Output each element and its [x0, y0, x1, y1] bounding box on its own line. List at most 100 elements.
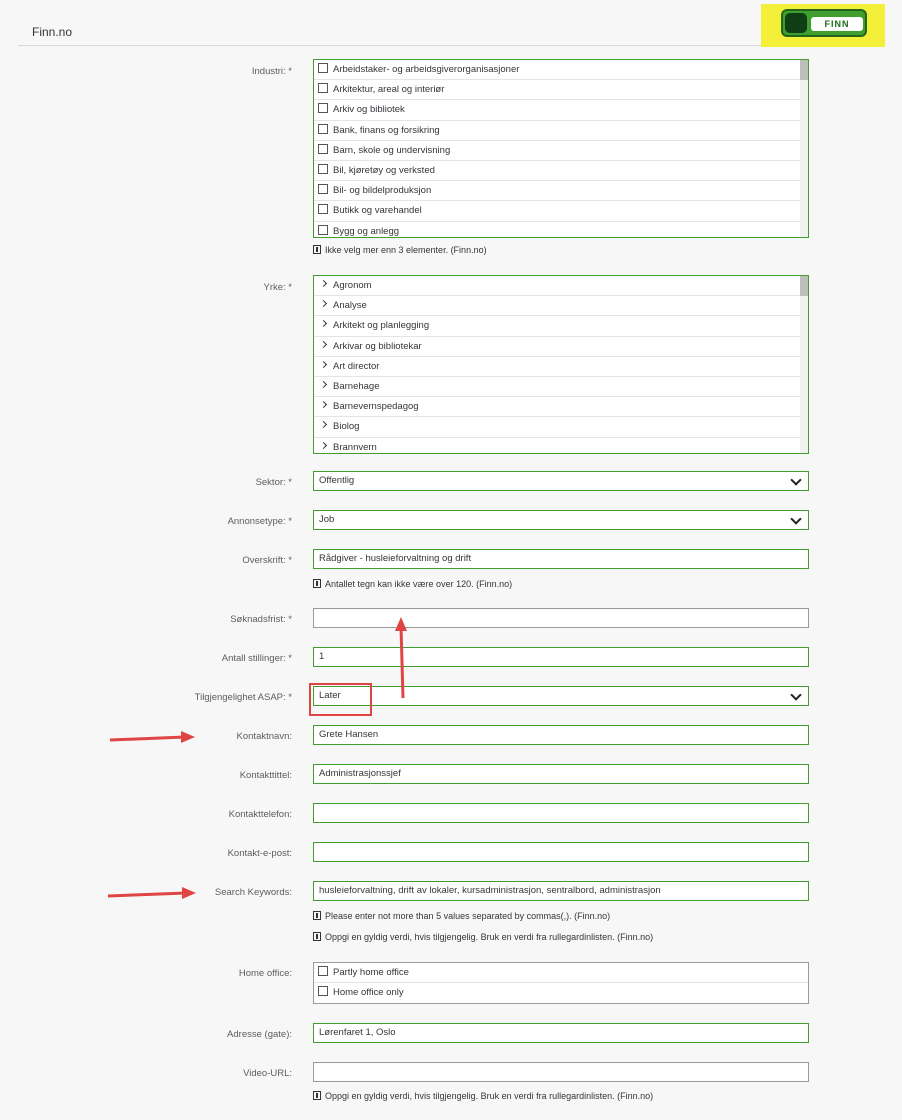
- yrke-item[interactable]: Arkitekt og planlegging: [314, 316, 800, 337]
- soknadsfrist-label: Søknadsfrist: *: [230, 614, 292, 625]
- yrke-item-label: Arkitekt og planlegging: [333, 320, 430, 332]
- industri-item-label: Arbeidstaker- og arbeidsgiverorganisasjo…: [333, 64, 520, 75]
- industri-item[interactable]: Bank, finans og forsikring: [314, 121, 800, 141]
- kontakttittel-input[interactable]: Administrasjonssjef: [313, 764, 809, 784]
- keywords-label: Search Keywords:: [214, 887, 292, 898]
- info-icon: [313, 245, 321, 254]
- yrke-item[interactable]: Brannvern: [314, 438, 800, 454]
- industri-item[interactable]: Bygg og anlegg: [314, 222, 800, 238]
- industri-item[interactable]: Arbeidstaker- og arbeidsgiverorganisasjo…: [314, 60, 800, 81]
- keywords-hint-2-text: Oppgi en gyldig verdi, hvis tilgjengelig…: [325, 932, 654, 942]
- checkbox[interactable]: [318, 143, 328, 154]
- industri-scrollbar[interactable]: [800, 60, 808, 237]
- keywords-input[interactable]: husleieforvaltning, drift av lokaler, ku…: [313, 881, 809, 901]
- keywords-hint-1-text: Please enter not more than 5 values sepa…: [325, 911, 611, 921]
- checkbox[interactable]: [318, 184, 328, 195]
- kontakttelefon-label: Kontakttelefon:: [228, 809, 292, 820]
- yrke-item[interactable]: Agronom: [314, 276, 800, 297]
- tilgjengelighet-label: Tilgjengelighet ASAP: *: [194, 692, 292, 703]
- keywords-hint-2: Oppgi en gyldig verdi, hvis tilgjengelig…: [313, 932, 653, 942]
- video-input[interactable]: [313, 1062, 809, 1082]
- chevron-right-icon[interactable]: [319, 360, 328, 368]
- chevron-right-icon[interactable]: [319, 421, 328, 429]
- kontakttelefon-input[interactable]: [313, 803, 809, 823]
- antall-input[interactable]: 1: [313, 647, 809, 667]
- sektor-label: Sektor: *: [255, 477, 292, 488]
- sektor-select[interactable]: Offentlig: [313, 471, 809, 491]
- info-icon: [313, 1091, 321, 1100]
- chevron-right-icon[interactable]: [319, 380, 328, 388]
- soknadsfrist-input[interactable]: [313, 608, 809, 628]
- video-label: Video-URL:: [243, 1068, 292, 1079]
- checkbox[interactable]: [318, 83, 328, 94]
- annonsetype-label: Annonsetype: *: [227, 516, 292, 527]
- chevron-right-icon[interactable]: [319, 401, 328, 409]
- yrke-scrollbar[interactable]: [800, 276, 808, 453]
- industri-item[interactable]: Bil- og bildelproduksjon: [314, 181, 800, 202]
- kontakttittel-label: Kontakttittel:: [239, 770, 292, 781]
- industri-item[interactable]: Barn, skole og undervisning: [314, 141, 800, 161]
- kontaktepost-input[interactable]: [313, 842, 809, 862]
- yrke-item-label: Biolog: [333, 421, 360, 433]
- adresse-input[interactable]: Lørenfaret 1, Oslo: [313, 1023, 809, 1043]
- chevron-right-icon[interactable]: [319, 340, 328, 348]
- yrke-list[interactable]: Agronom Analyse Arkitekt og planlegging Ark…: [313, 275, 809, 454]
- yrke-item-label: Arkivar og bibliotekar: [333, 340, 422, 352]
- homeoffice-item-label: Partly home office: [333, 967, 409, 978]
- annonsetype-select[interactable]: Job: [313, 510, 809, 530]
- industri-item-label: Arkitektur, areal og interiør: [333, 84, 445, 96]
- chevron-right-icon[interactable]: [319, 300, 328, 308]
- industri-item-label: Bank, finans og forsikring: [333, 124, 440, 136]
- info-icon: [313, 579, 321, 588]
- video-hint: Oppgi en gyldig verdi, hvis tilgjengelig…: [313, 1091, 653, 1101]
- homeoffice-item[interactable]: Partly home office: [314, 963, 808, 984]
- checkbox[interactable]: [318, 966, 328, 976]
- chevron-right-icon[interactable]: [319, 279, 328, 288]
- homeoffice-item[interactable]: Home office only: [314, 983, 808, 1003]
- checkbox[interactable]: [318, 103, 328, 114]
- chevron-right-icon[interactable]: [319, 441, 328, 449]
- yrke-item[interactable]: Barnehage: [314, 377, 800, 398]
- industri-item[interactable]: Bil, kjøretøy og verksted: [314, 161, 800, 182]
- page-title: Finn.no: [32, 25, 73, 39]
- industri-item[interactable]: Butikk og varehandel: [314, 201, 800, 222]
- homeoffice-label: Home office:: [238, 968, 292, 979]
- yrke-item-label: Art director: [333, 360, 380, 372]
- checkbox[interactable]: [318, 204, 328, 215]
- industri-hint-text: Ikke velg mer enn 3 elementer. (Finn.no): [325, 245, 487, 255]
- yrke-item[interactable]: Analyse: [314, 296, 800, 317]
- overskrift-input[interactable]: Rådgiver - husleieforvaltning og drift: [313, 549, 809, 569]
- checkbox[interactable]: [318, 986, 328, 997]
- yrke-scroll-thumb[interactable]: [800, 276, 808, 296]
- kontaktepost-label: Kontakt-e-post:: [227, 848, 292, 859]
- antall-label: Antall stillinger: *: [221, 653, 292, 664]
- industri-item-label: Butikk og varehandel: [333, 205, 422, 217]
- industri-item-label: Barn, skole og undervisning: [333, 144, 451, 156]
- yrke-label: Yrke: *: [263, 282, 292, 293]
- page-header: Finn.no: [18, 14, 884, 46]
- industri-item-label: Bygg og anlegg: [333, 225, 400, 237]
- homeoffice-list[interactable]: Partly home office Home office only: [313, 962, 809, 1004]
- industri-label: Industri: *: [251, 66, 292, 77]
- industri-item[interactable]: Arkiv og bibliotek: [314, 100, 800, 121]
- industri-item[interactable]: Arkitektur, areal og interiør: [314, 80, 800, 101]
- yrke-item[interactable]: Barnevernspedagog: [314, 397, 800, 418]
- checkbox[interactable]: [318, 63, 328, 73]
- yrke-item[interactable]: Arkivar og bibliotekar: [314, 337, 800, 357]
- overskrift-label: Overskrift: *: [242, 555, 292, 566]
- kontaktnavn-label: Kontaktnavn:: [236, 731, 292, 742]
- chevron-right-icon[interactable]: [319, 320, 328, 328]
- yrke-item[interactable]: Art director: [314, 357, 800, 377]
- kontaktnavn-input[interactable]: Grete Hansen: [313, 725, 809, 745]
- checkbox[interactable]: [318, 163, 328, 174]
- tilgjengelighet-select[interactable]: Later: [313, 686, 809, 706]
- industri-scroll-thumb[interactable]: [800, 60, 808, 80]
- adresse-label: Adresse (gate):: [227, 1029, 292, 1040]
- industri-hint: Ikke velg mer enn 3 elementer. (Finn.no): [313, 245, 487, 255]
- yrke-item-label: Analyse: [333, 300, 367, 312]
- checkbox[interactable]: [318, 224, 328, 235]
- industri-list[interactable]: Arbeidstaker- og arbeidsgiverorganisasjo…: [313, 59, 809, 238]
- checkbox[interactable]: [318, 123, 328, 134]
- overskrift-hint: Antallet tegn kan ikke være over 120. (F…: [313, 579, 512, 589]
- yrke-item[interactable]: Biolog: [314, 417, 800, 438]
